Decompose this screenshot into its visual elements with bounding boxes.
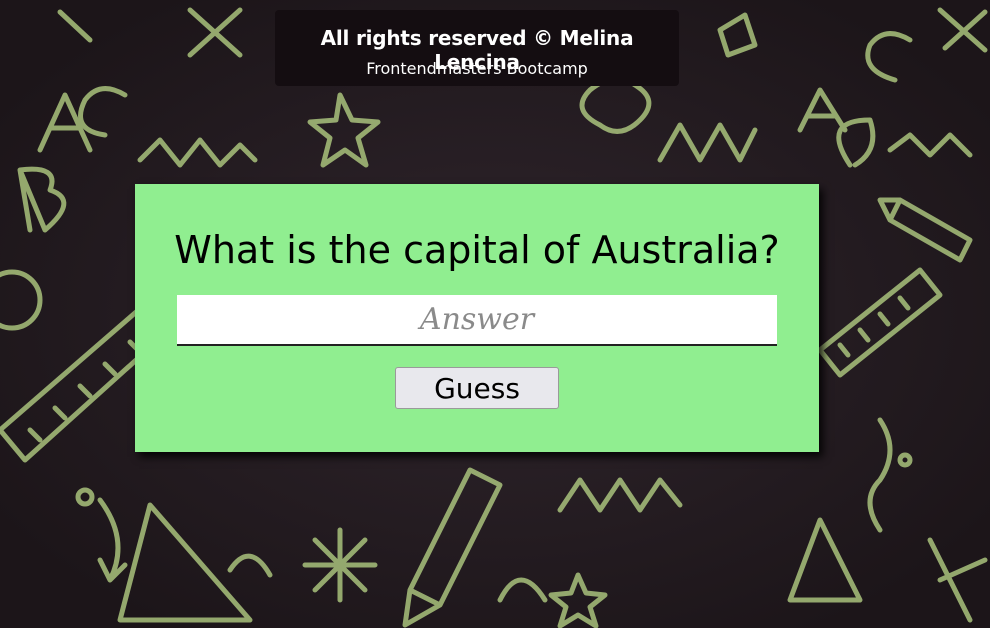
quiz-card: What is the capital of Australia? Guess [135,184,819,452]
bootcamp-subtitle: Frontendmasters Bootcamp [366,59,588,78]
answer-input[interactable] [177,295,777,346]
credit-banner: All rights reserved © Melina Lencina Fro… [275,10,679,86]
question-heading: What is the capital of Australia? [174,228,780,272]
guess-button[interactable]: Guess [395,367,559,409]
